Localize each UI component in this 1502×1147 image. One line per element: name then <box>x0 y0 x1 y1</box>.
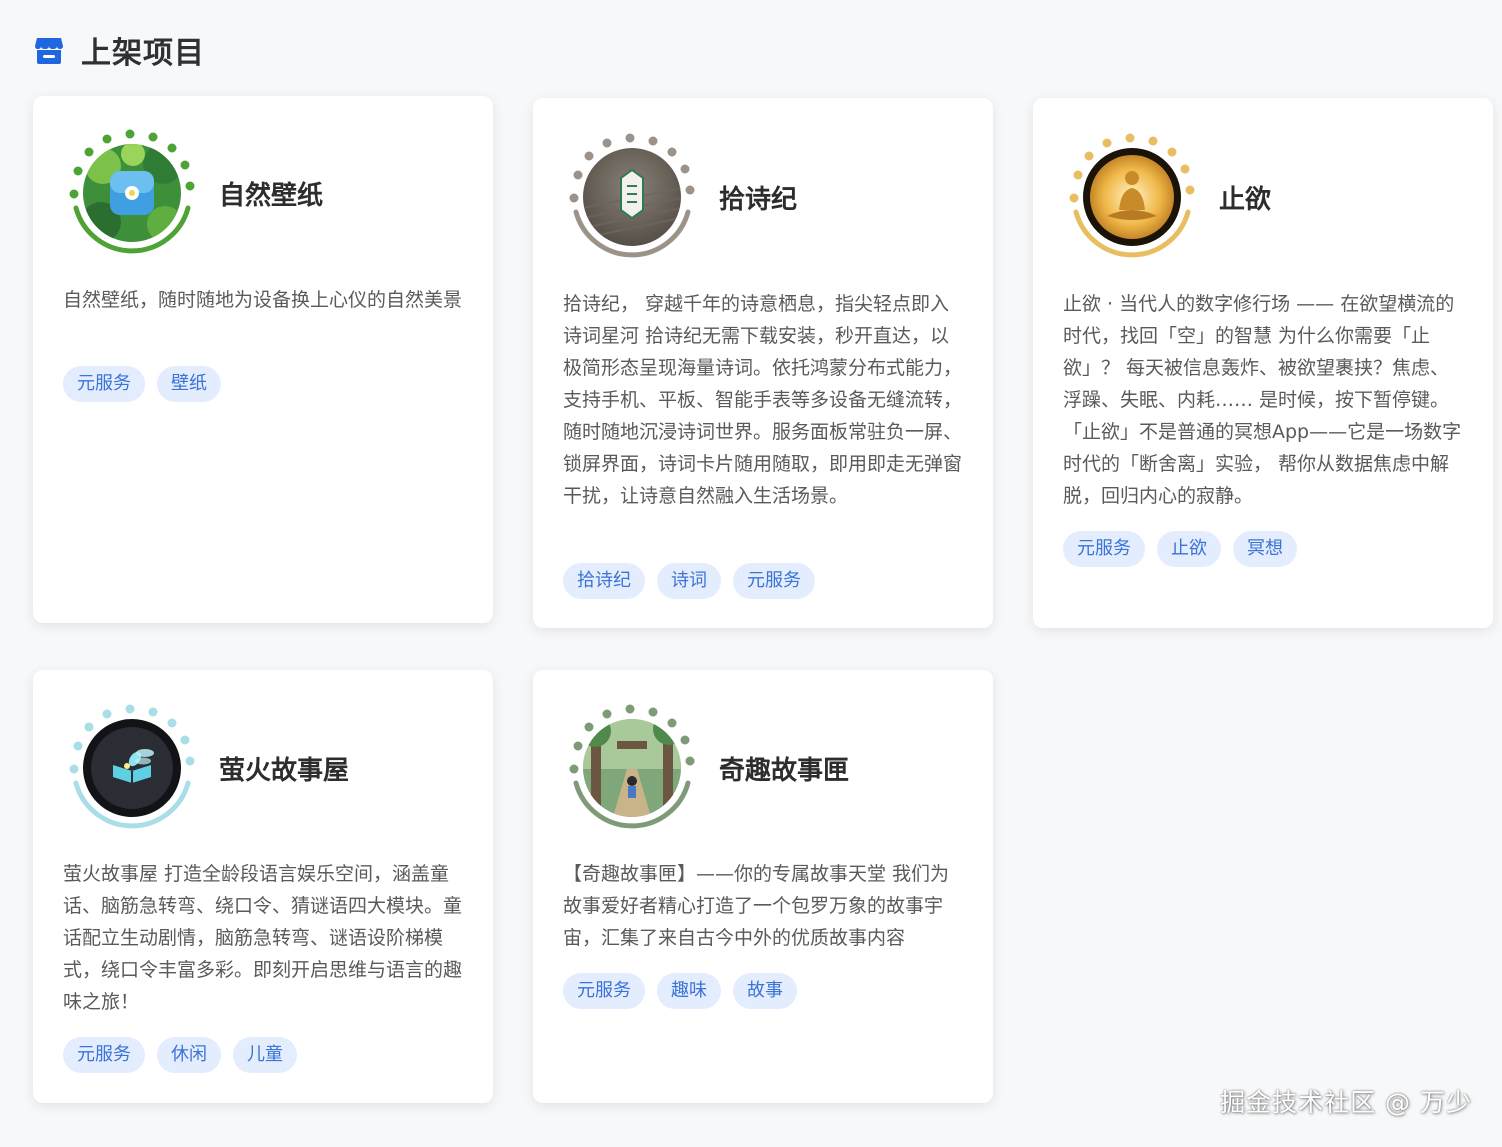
avatar-ring <box>63 124 201 262</box>
project-card-nature-wallpaper[interactable]: 自然壁纸 自然壁纸，随时随地为设备换上心仪的自然美景 元服务 壁纸 <box>33 96 493 623</box>
tag[interactable]: 止欲 <box>1157 531 1221 567</box>
project-card-meditation[interactable]: 止欲 止欲 · 当代人的数字修行场 —— 在欲望横流的时代，找回「空」的智慧 为… <box>1033 98 1493 628</box>
avatar-ring <box>63 699 201 837</box>
tag[interactable]: 故事 <box>733 973 797 1009</box>
section-header: 上架项目 <box>33 28 205 72</box>
card-title: 萤火故事屋 <box>219 755 350 786</box>
tag[interactable]: 元服务 <box>733 563 815 599</box>
nature-wallpaper-app-icon <box>83 144 181 242</box>
project-card-story-box[interactable]: 奇趣故事匣 【奇趣故事匣】——你的专属故事天堂 我们为故事爱好者精心打造了一个包… <box>533 670 993 1103</box>
tag[interactable]: 诗词 <box>657 563 721 599</box>
tag[interactable]: 拾诗纪 <box>563 563 645 599</box>
tag-list: 元服务 趣味 故事 <box>563 973 797 1009</box>
tag-list: 拾诗纪 诗词 元服务 <box>563 563 815 599</box>
card-title: 拾诗纪 <box>719 184 798 215</box>
tag[interactable]: 元服务 <box>563 973 645 1009</box>
tag[interactable]: 壁纸 <box>157 366 221 402</box>
tag[interactable]: 儿童 <box>233 1037 297 1073</box>
tag-list: 元服务 壁纸 <box>63 366 221 402</box>
tag[interactable]: 元服务 <box>63 1037 145 1073</box>
section-title: 上架项目 <box>81 36 205 71</box>
card-description: 止欲 · 当代人的数字修行场 —— 在欲望横流的时代，找回「空」的智慧 为什么你… <box>1063 293 1462 507</box>
tag[interactable]: 元服务 <box>63 366 145 402</box>
avatar-ring <box>1063 128 1201 266</box>
card-description: 萤火故事屋 打造全龄段语言娱乐空间，涵盖童话、脑筋急转弯、绕口令、猜谜语四大模块… <box>63 863 463 1013</box>
meditation-app-icon <box>1083 148 1181 246</box>
avatar-ring <box>563 128 701 266</box>
card-header: 拾诗纪 <box>563 128 797 266</box>
project-card-firefly-story[interactable]: 萤火故事屋 萤火故事屋 打造全龄段语言娱乐空间，涵盖童话、脑筋急转弯、绕口令、猜… <box>33 670 493 1103</box>
card-header: 自然壁纸 <box>63 124 323 262</box>
card-header: 奇趣故事匣 <box>563 699 849 837</box>
watermark: 掘金技术社区 @ 万少 <box>1220 1088 1472 1117</box>
page: 上架项目 自然壁纸 自然壁纸，随时随地为设备换上心仪的自然美景 元服务 壁纸 拾… <box>0 0 1502 1147</box>
card-header: 止欲 <box>1063 128 1271 266</box>
tag[interactable]: 休闲 <box>157 1037 221 1073</box>
card-title: 止欲 <box>1219 184 1272 215</box>
forest-story-app-icon <box>583 719 681 817</box>
card-description: 拾诗纪， 穿越千年的诗意栖息，指尖轻点即入诗词星河 拾诗纪无需下载安装，秒开直达… <box>563 293 963 507</box>
card-description: 自然壁纸，随时随地为设备换上心仪的自然美景 <box>63 289 463 311</box>
tag[interactable]: 元服务 <box>1063 531 1145 567</box>
tag-list: 元服务 休闲 儿童 <box>63 1037 297 1073</box>
avatar-ring <box>563 699 701 837</box>
tag[interactable]: 冥想 <box>1233 531 1297 567</box>
firefly-book-app-icon <box>83 719 181 817</box>
tag-list: 元服务 止欲 冥想 <box>1063 531 1297 567</box>
poetry-seal-app-icon <box>583 148 681 246</box>
store-icon <box>35 38 63 64</box>
tag[interactable]: 趣味 <box>657 973 721 1009</box>
card-header: 萤火故事屋 <box>63 699 349 837</box>
card-title: 奇趣故事匣 <box>719 755 850 786</box>
project-card-poetry[interactable]: 拾诗纪 拾诗纪， 穿越千年的诗意栖息，指尖轻点即入诗词星河 拾诗纪无需下载安装，… <box>533 98 993 628</box>
card-title: 自然壁纸 <box>219 180 324 211</box>
card-description: 【奇趣故事匣】——你的专属故事天堂 我们为故事爱好者精心打造了一个包罗万象的故事… <box>563 863 950 949</box>
